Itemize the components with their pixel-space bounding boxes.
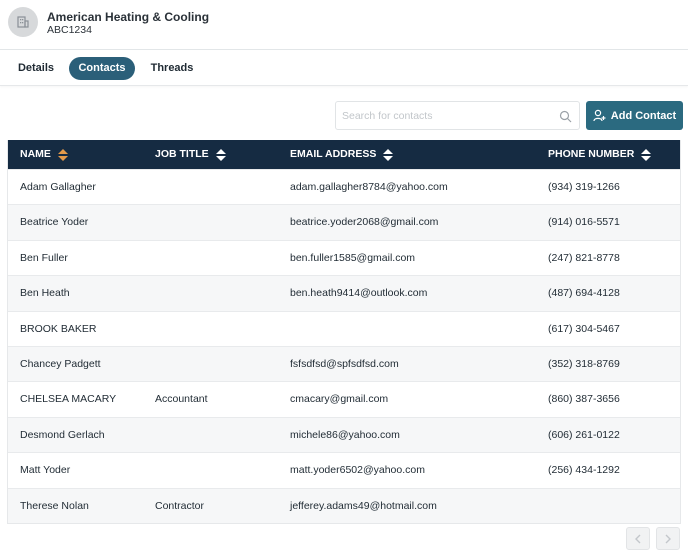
cell-phone: (914) 016-5571 [548,216,620,229]
cell-email: jefferey.adams49@hotmail.com [290,499,437,512]
chevron-left-icon [635,534,641,543]
cell-phone: (256) 434-1292 [548,464,620,477]
cell-name: Chancey Padgett [20,357,101,370]
cell-phone: (617) 304-5467 [548,322,620,335]
cell-email: adam.gallagher8784@yahoo.com [290,181,448,193]
building-icon [17,16,29,28]
cell-job-title: Contractor [155,499,205,512]
column-header-phone[interactable]: PHONE NUMBER [548,140,652,169]
search-input[interactable] [342,107,552,124]
cell-email: michele86@yahoo.com [290,428,400,441]
search-field[interactable] [335,101,580,130]
record-header: American Heating & Cooling ABC1234 [0,0,688,50]
table-row[interactable]: Adam Gallagher adam.gallagher8784@yahoo.… [8,169,680,204]
tab-threads[interactable]: Threads [143,57,201,80]
column-header-job-title[interactable]: JOB TITLE [155,140,226,169]
cell-phone: (934) 319-1266 [548,181,620,193]
cell-name: Ben Heath [20,287,70,300]
cell-name: BROOK BAKER [20,322,97,335]
table-body: Adam Gallagher adam.gallagher8784@yahoo.… [8,169,680,523]
table-header: NAME JOB TITLE EMAIL ADDRESS PHONE NUMBE… [8,140,680,169]
cell-email: beatrice.yoder2068@gmail.com [290,216,439,229]
sort-icon [57,148,68,161]
table-row[interactable]: Ben Fuller ben.fuller1585@gmail.com (247… [8,239,680,275]
column-header-email[interactable]: EMAIL ADDRESS [290,140,394,169]
table-row[interactable]: BROOK BAKER (617) 304-5467 [8,310,680,346]
sort-icon [215,148,226,161]
tab-details[interactable]: Details [8,57,64,80]
sort-icon [641,148,652,161]
contacts-table: NAME JOB TITLE EMAIL ADDRESS PHONE NUMBE… [7,140,681,524]
cell-phone: (352) 318-8769 [548,357,620,370]
cell-email: cmacary@gmail.com [290,393,389,406]
table-row[interactable]: Therese Nolan Contractor jefferey.adams4… [8,487,680,523]
cell-name: Matt Yoder [20,464,71,477]
cell-name: Therese Nolan [20,499,89,512]
company-name: American Heating & Cooling [47,10,210,24]
column-header-label: NAME [20,148,51,160]
cell-phone: (247) 821-8778 [548,251,620,264]
company-code: ABC1234 [47,24,92,36]
cell-email: ben.fuller1585@gmail.com [290,251,416,264]
table-row[interactable]: CHELSEA MACARY Accountant cmacary@gmail.… [8,381,680,416]
cell-phone: (606) 261-0122 [548,428,620,441]
chevron-right-icon [665,534,671,543]
cell-name: Desmond Gerlach [20,428,105,441]
cell-phone: (487) 694-4128 [548,287,620,300]
prev-page-button[interactable] [626,527,650,550]
next-page-button[interactable] [656,527,680,550]
cell-email: matt.yoder6502@yahoo.com [290,464,425,477]
table-row[interactable]: Matt Yoder matt.yoder6502@yahoo.com (256… [8,452,680,487]
cell-name: Ben Fuller [20,251,68,264]
table-row[interactable]: Chancey Padgett fsfsdfsd@spfsdfsd.com (3… [8,345,680,382]
sort-icon [383,148,394,161]
cell-email: ben.heath9414@outlook.com [290,287,428,300]
add-contact-button[interactable]: Add Contact [586,101,683,130]
cell-name: Beatrice Yoder [20,216,89,229]
cell-email: fsfsdfsd@spfsdfsd.com [290,357,399,370]
column-header-label: JOB TITLE [155,148,209,160]
table-row[interactable]: Beatrice Yoder beatrice.yoder2068@gmail.… [8,204,680,240]
cell-name: Adam Gallagher [20,181,96,193]
company-avatar [8,7,38,37]
tab-contacts[interactable]: Contacts [69,57,135,80]
tab-bar: Details Contacts Threads [0,50,688,86]
search-icon[interactable] [559,110,572,123]
cell-phone: (860) 387-3656 [548,393,620,406]
column-header-name[interactable]: NAME [20,140,68,169]
user-plus-icon [593,109,606,122]
cell-name: CHELSEA MACARY [20,393,117,406]
column-header-label: EMAIL ADDRESS [290,148,377,160]
table-row[interactable]: Desmond Gerlach michele86@yahoo.com (606… [8,416,680,453]
table-row[interactable]: Ben Heath ben.heath9414@outlook.com (487… [8,275,680,311]
cell-job-title: Accountant [155,393,208,406]
add-contact-label: Add Contact [610,109,677,122]
column-header-label: PHONE NUMBER [548,148,635,160]
